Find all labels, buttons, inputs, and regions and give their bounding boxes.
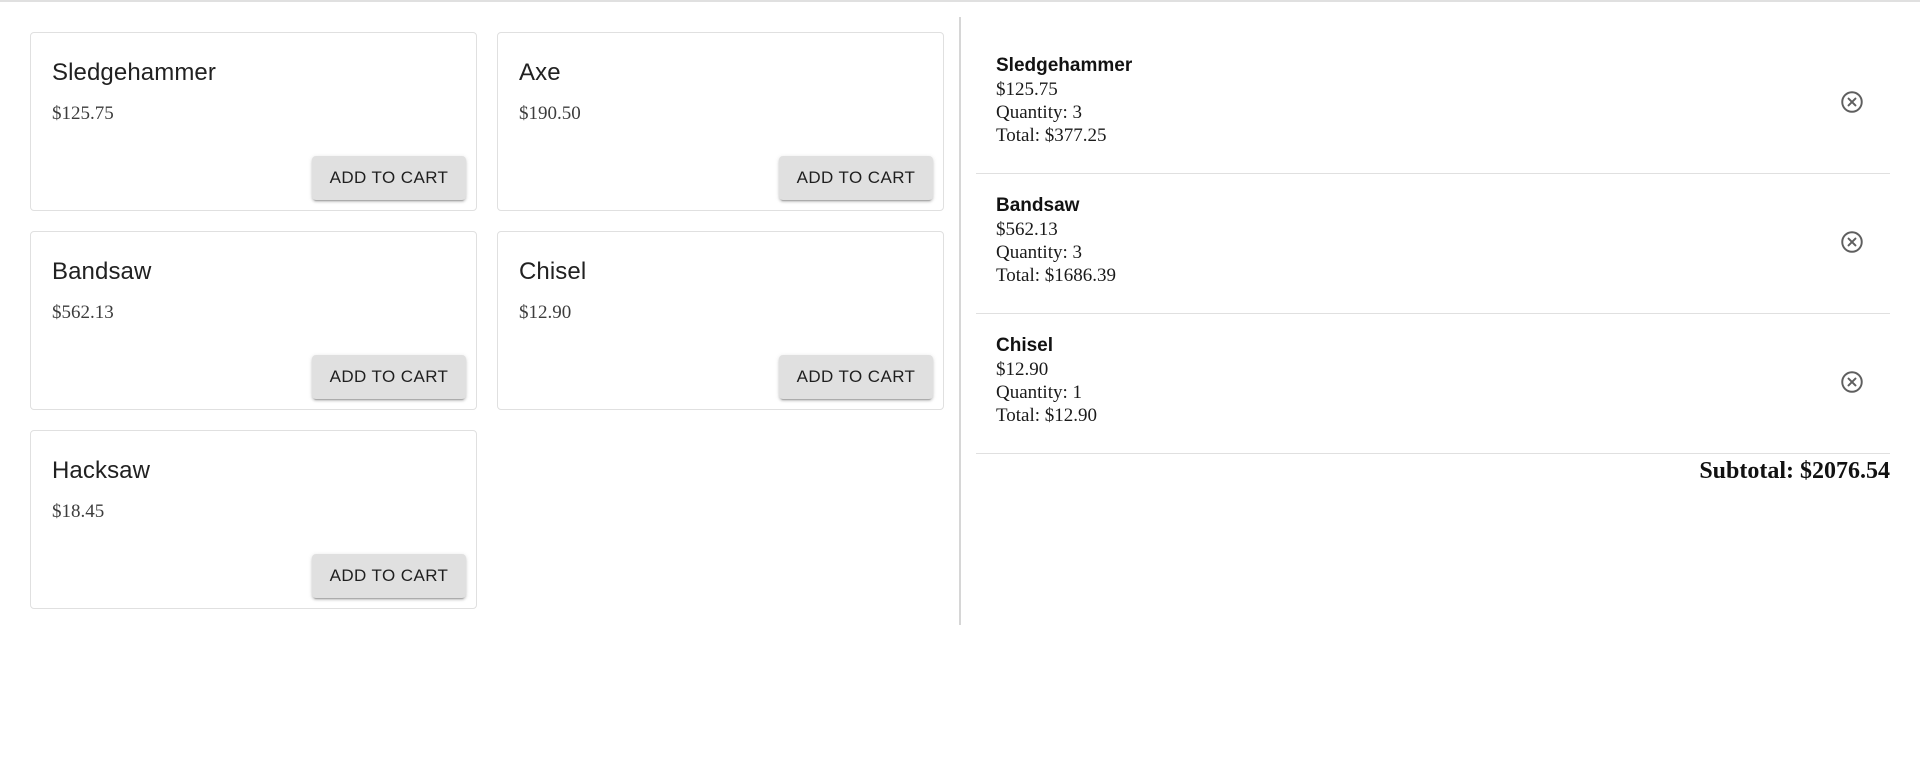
product-price: $12.90 [519,302,572,323]
product-card: Chisel $12.90 ADD TO CART [497,231,944,410]
product-catalog: Sledgehammer $125.75 ADD TO CART Axe $19… [30,32,944,609]
cart-item: Chisel $12.90 Quantity: 1 Total: $12.90 [976,314,1890,454]
shopping-cart: Sledgehammer $125.75 Quantity: 3 Total: … [976,34,1890,494]
cart-item: Bandsaw $562.13 Quantity: 3 Total: $1686… [976,174,1890,314]
product-name: Hacksaw [52,457,151,484]
product-name: Sledgehammer [52,59,216,86]
remove-item-button[interactable] [1839,89,1865,115]
cart-item-price: $125.75 [996,79,1058,100]
cart-item-total: Total: $377.25 [996,125,1107,146]
add-to-cart-button[interactable]: ADD TO CART [779,355,933,399]
subtotal-row: Subtotal: $2076.54 [976,454,1890,494]
product-name: Axe [519,59,561,86]
add-to-cart-button[interactable]: ADD TO CART [312,156,466,200]
product-card: Hacksaw $18.45 ADD TO CART [30,430,477,609]
close-circle-icon [1841,231,1863,253]
cart-item-name: Sledgehammer [996,55,1133,76]
cart-item-total: Total: $1686.39 [996,265,1117,286]
remove-item-button[interactable] [1839,369,1865,395]
cart-item-quantity: Quantity: 3 [996,242,1083,263]
add-to-cart-button[interactable]: ADD TO CART [312,355,466,399]
cart-item-price: $12.90 [996,359,1049,380]
cart-subtotal: Subtotal: $2076.54 [1699,458,1890,484]
add-to-cart-button[interactable]: ADD TO CART [779,156,933,200]
product-name: Chisel [519,258,587,285]
cart-item-quantity: Quantity: 1 [996,382,1083,403]
product-price: $562.13 [52,302,114,323]
cart-item-price: $562.13 [996,219,1058,240]
cart-item-quantity: Quantity: 3 [996,102,1083,123]
add-to-cart-button[interactable]: ADD TO CART [312,554,466,598]
cart-item: Sledgehammer $125.75 Quantity: 3 Total: … [976,34,1890,174]
remove-item-button[interactable] [1839,229,1865,255]
product-card: Sledgehammer $125.75 ADD TO CART [30,32,477,211]
close-circle-icon [1841,91,1863,113]
cart-item-name: Chisel [996,335,1054,356]
product-price: $18.45 [52,501,105,522]
panel-divider [959,17,961,625]
product-price: $125.75 [52,103,114,124]
close-circle-icon [1841,371,1863,393]
cart-item-total: Total: $12.90 [996,405,1098,426]
top-divider [0,0,1920,2]
product-card: Bandsaw $562.13 ADD TO CART [30,231,477,410]
product-card: Axe $190.50 ADD TO CART [497,32,944,211]
product-price: $190.50 [519,103,581,124]
product-name: Bandsaw [52,258,152,285]
cart-item-name: Bandsaw [996,195,1080,216]
